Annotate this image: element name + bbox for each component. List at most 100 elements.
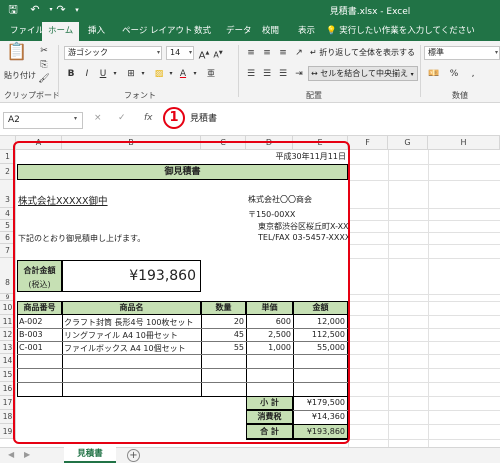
select-all-corner[interactable] (0, 136, 16, 150)
align-center-icon[interactable]: ☰ (260, 67, 274, 81)
tab-page-layout[interactable]: ページ レイアウト (116, 22, 199, 41)
tab-data[interactable]: データ (220, 22, 258, 41)
alignment-group-label: 配置 (306, 91, 322, 100)
column-header-b[interactable]: B (62, 136, 201, 150)
copy-icon[interactable]: ⎘ (38, 58, 50, 72)
fill-color-icon[interactable]: ▨ (152, 67, 166, 81)
total-amount-cell[interactable]: ¥193,860 (62, 260, 201, 292)
borders-icon[interactable]: ⊞ (124, 67, 138, 81)
tab-view[interactable]: 表示 (292, 22, 321, 41)
row-header-3[interactable]: 3 (0, 180, 16, 208)
add-sheet-button[interactable]: + (127, 449, 140, 462)
row-header-10[interactable]: 10 (0, 301, 16, 315)
column-header-g[interactable]: G (388, 136, 428, 150)
insert-function-icon[interactable]: fx (144, 113, 153, 123)
orientation-icon[interactable]: ↗ (292, 46, 306, 60)
comma-style-icon[interactable]: , (466, 67, 480, 81)
format-painter-icon[interactable]: 🖌 (38, 72, 50, 86)
column-header-h[interactable]: H (428, 136, 500, 150)
tab-insert[interactable]: 挿入 (82, 22, 111, 41)
step-callout: 1 (163, 107, 185, 129)
fill-dropdown-icon[interactable]: ▾ (168, 67, 174, 81)
merge-icon: ↔ (311, 69, 318, 78)
lightbulb-icon: 💡 (326, 26, 337, 36)
grand-total-label: 合 計 (246, 424, 293, 439)
row-header-8[interactable]: 8 (0, 258, 16, 294)
total-amount-tax-note: (税込) (28, 280, 51, 289)
row-header-14[interactable]: 14 (0, 354, 16, 368)
align-left-icon[interactable]: ☰ (244, 67, 258, 81)
tab-review[interactable]: 校閲 (256, 22, 285, 41)
shrink-font-icon[interactable]: A▼ (212, 46, 224, 60)
phonetic-icon[interactable]: 亜 (204, 67, 218, 81)
row-header-13[interactable]: 13 (0, 341, 16, 354)
wrap-text-button[interactable]: ↵ 折り返して全体を表示する (310, 46, 415, 60)
italic-button[interactable]: I (80, 67, 94, 81)
company-tel: TEL/FAX 03-5457-XXXX (258, 233, 351, 242)
row-header-5[interactable]: 5 (0, 220, 16, 232)
grow-font-icon[interactable]: A▲ (198, 46, 210, 61)
font-name-select[interactable]: 游ゴシック ▾ (64, 46, 162, 60)
sheet-next-icon[interactable]: ▶ (24, 450, 30, 459)
row-header-2[interactable]: 2 (0, 164, 16, 180)
sheet-prev-icon[interactable]: ◀ (8, 450, 14, 459)
row-header-7[interactable]: 7 (0, 244, 16, 258)
bold-button[interactable]: B (64, 67, 78, 81)
name-box[interactable]: A2 (3, 112, 83, 129)
row-header-17[interactable]: 17 (0, 396, 16, 410)
borders-dropdown-icon[interactable]: ▾ (140, 67, 146, 81)
estimate-date: 平成30年11月11日 (275, 152, 346, 161)
row-header-18[interactable]: 18 (0, 410, 16, 424)
enter-icon[interactable]: ✓ (118, 113, 126, 123)
sheet-tab-estimate[interactable]: 見積書 (64, 447, 116, 463)
sheet-tab-bar: ◀ ▶ 見積書 + (0, 447, 500, 463)
item-qty: 55 (233, 343, 244, 352)
row-header-19[interactable]: 19 (0, 424, 16, 439)
tax-label: 消費税 (246, 410, 293, 424)
row-header-4[interactable]: 4 (0, 208, 16, 220)
number-format-select[interactable]: 標準 ▾ (424, 46, 500, 60)
item-price: 2,500 (268, 330, 291, 339)
column-header-a[interactable]: A (16, 136, 62, 150)
paste-icon[interactable]: 📋 (6, 44, 28, 67)
font-size-select[interactable]: 14 ▾ (166, 46, 194, 60)
tab-home[interactable]: ホーム (42, 22, 80, 41)
row-header-9[interactable]: 9 (0, 294, 16, 301)
grand-total-value: ¥193,860 (306, 427, 345, 436)
cut-icon[interactable]: ✂ (38, 44, 50, 58)
column-header-d[interactable]: D (246, 136, 293, 150)
tab-formulas[interactable]: 数式 (188, 22, 217, 41)
row-header-16[interactable]: 16 (0, 382, 16, 396)
paste-button[interactable]: 貼り付け (2, 69, 38, 83)
row-header-15[interactable]: 15 (0, 368, 16, 382)
row-header-12[interactable]: 12 (0, 328, 16, 341)
cancel-icon[interactable]: × (94, 113, 102, 123)
tell-me-box[interactable]: 💡 実行したい作業を入力してください (326, 22, 475, 41)
indent-icon[interactable]: ⇥ (292, 67, 306, 81)
spreadsheet-grid[interactable]: A B C D E F G H 1 2 3 4 5 6 7 8 9 10 11 … (0, 136, 500, 447)
font-color-button[interactable]: A (176, 67, 190, 81)
align-middle-icon[interactable]: ≡ (260, 46, 274, 60)
table-header-amount: 金額 (293, 301, 348, 315)
underline-dropdown-icon[interactable]: ▾ (112, 67, 118, 81)
align-right-icon[interactable]: ☰ (276, 67, 290, 81)
currency-icon[interactable]: 💴 (426, 67, 442, 81)
row-header-11[interactable]: 11 (0, 315, 16, 328)
row-header-1[interactable]: 1 (0, 150, 16, 164)
name-box-dropdown-icon[interactable]: ▾ (74, 115, 77, 122)
row-header-6[interactable]: 6 (0, 232, 16, 244)
estimate-title[interactable]: 御見積書 (17, 164, 348, 180)
font-color-dropdown-icon[interactable]: ▾ (192, 67, 198, 81)
subtotal-label: 小 計 (246, 396, 293, 410)
merge-center-button[interactable]: ↔ セルを結合して中央揃え ▾ (308, 66, 418, 81)
item-price: 1,000 (268, 343, 291, 352)
formula-input[interactable]: 見積書 (190, 111, 217, 124)
column-header-c[interactable]: C (201, 136, 246, 150)
column-header-e[interactable]: E (293, 136, 348, 150)
clipboard-group-label: クリップボード (4, 91, 60, 100)
align-top-icon[interactable]: ≡ (244, 46, 258, 60)
align-bottom-icon[interactable]: ≡ (276, 46, 290, 60)
underline-button[interactable]: U (96, 67, 110, 81)
percent-button[interactable]: % (448, 67, 460, 81)
column-header-f[interactable]: F (348, 136, 388, 150)
